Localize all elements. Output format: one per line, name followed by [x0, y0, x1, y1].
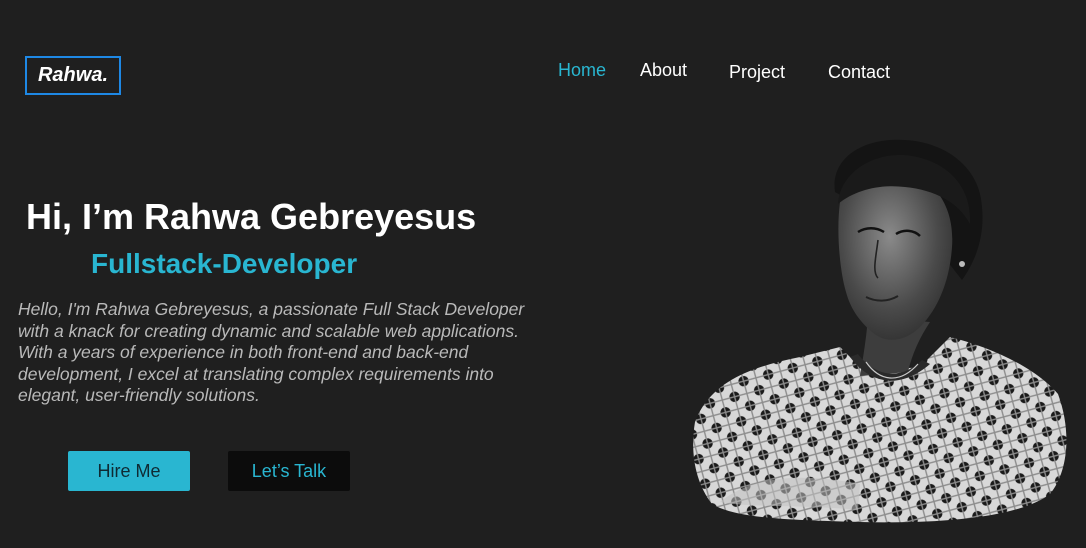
lets-talk-label: Let’s Talk — [251, 460, 327, 481]
nav-about-link[interactable]: About — [640, 60, 687, 81]
lets-talk-button[interactable]: Let’s Talk — [228, 451, 350, 491]
nav-project-link[interactable]: Project — [729, 62, 785, 83]
nav-contact-link[interactable]: Contact — [828, 62, 890, 83]
hire-me-button[interactable]: Hire Me — [68, 451, 190, 491]
hire-me-label: Hire Me — [97, 460, 161, 481]
nav-home-link[interactable]: Home — [558, 60, 606, 81]
portrait-image — [693, 139, 1067, 523]
main-nav: Home About Project Contact — [0, 58, 1086, 88]
hero-title: Hi, I’m Rahwa Gebreyesus — [26, 196, 477, 237]
hero-subtitle: Fullstack-Developer — [91, 248, 358, 279]
hero-description: Hello, I'm Rahwa Gebreyesus, a passionat… — [18, 299, 525, 406]
